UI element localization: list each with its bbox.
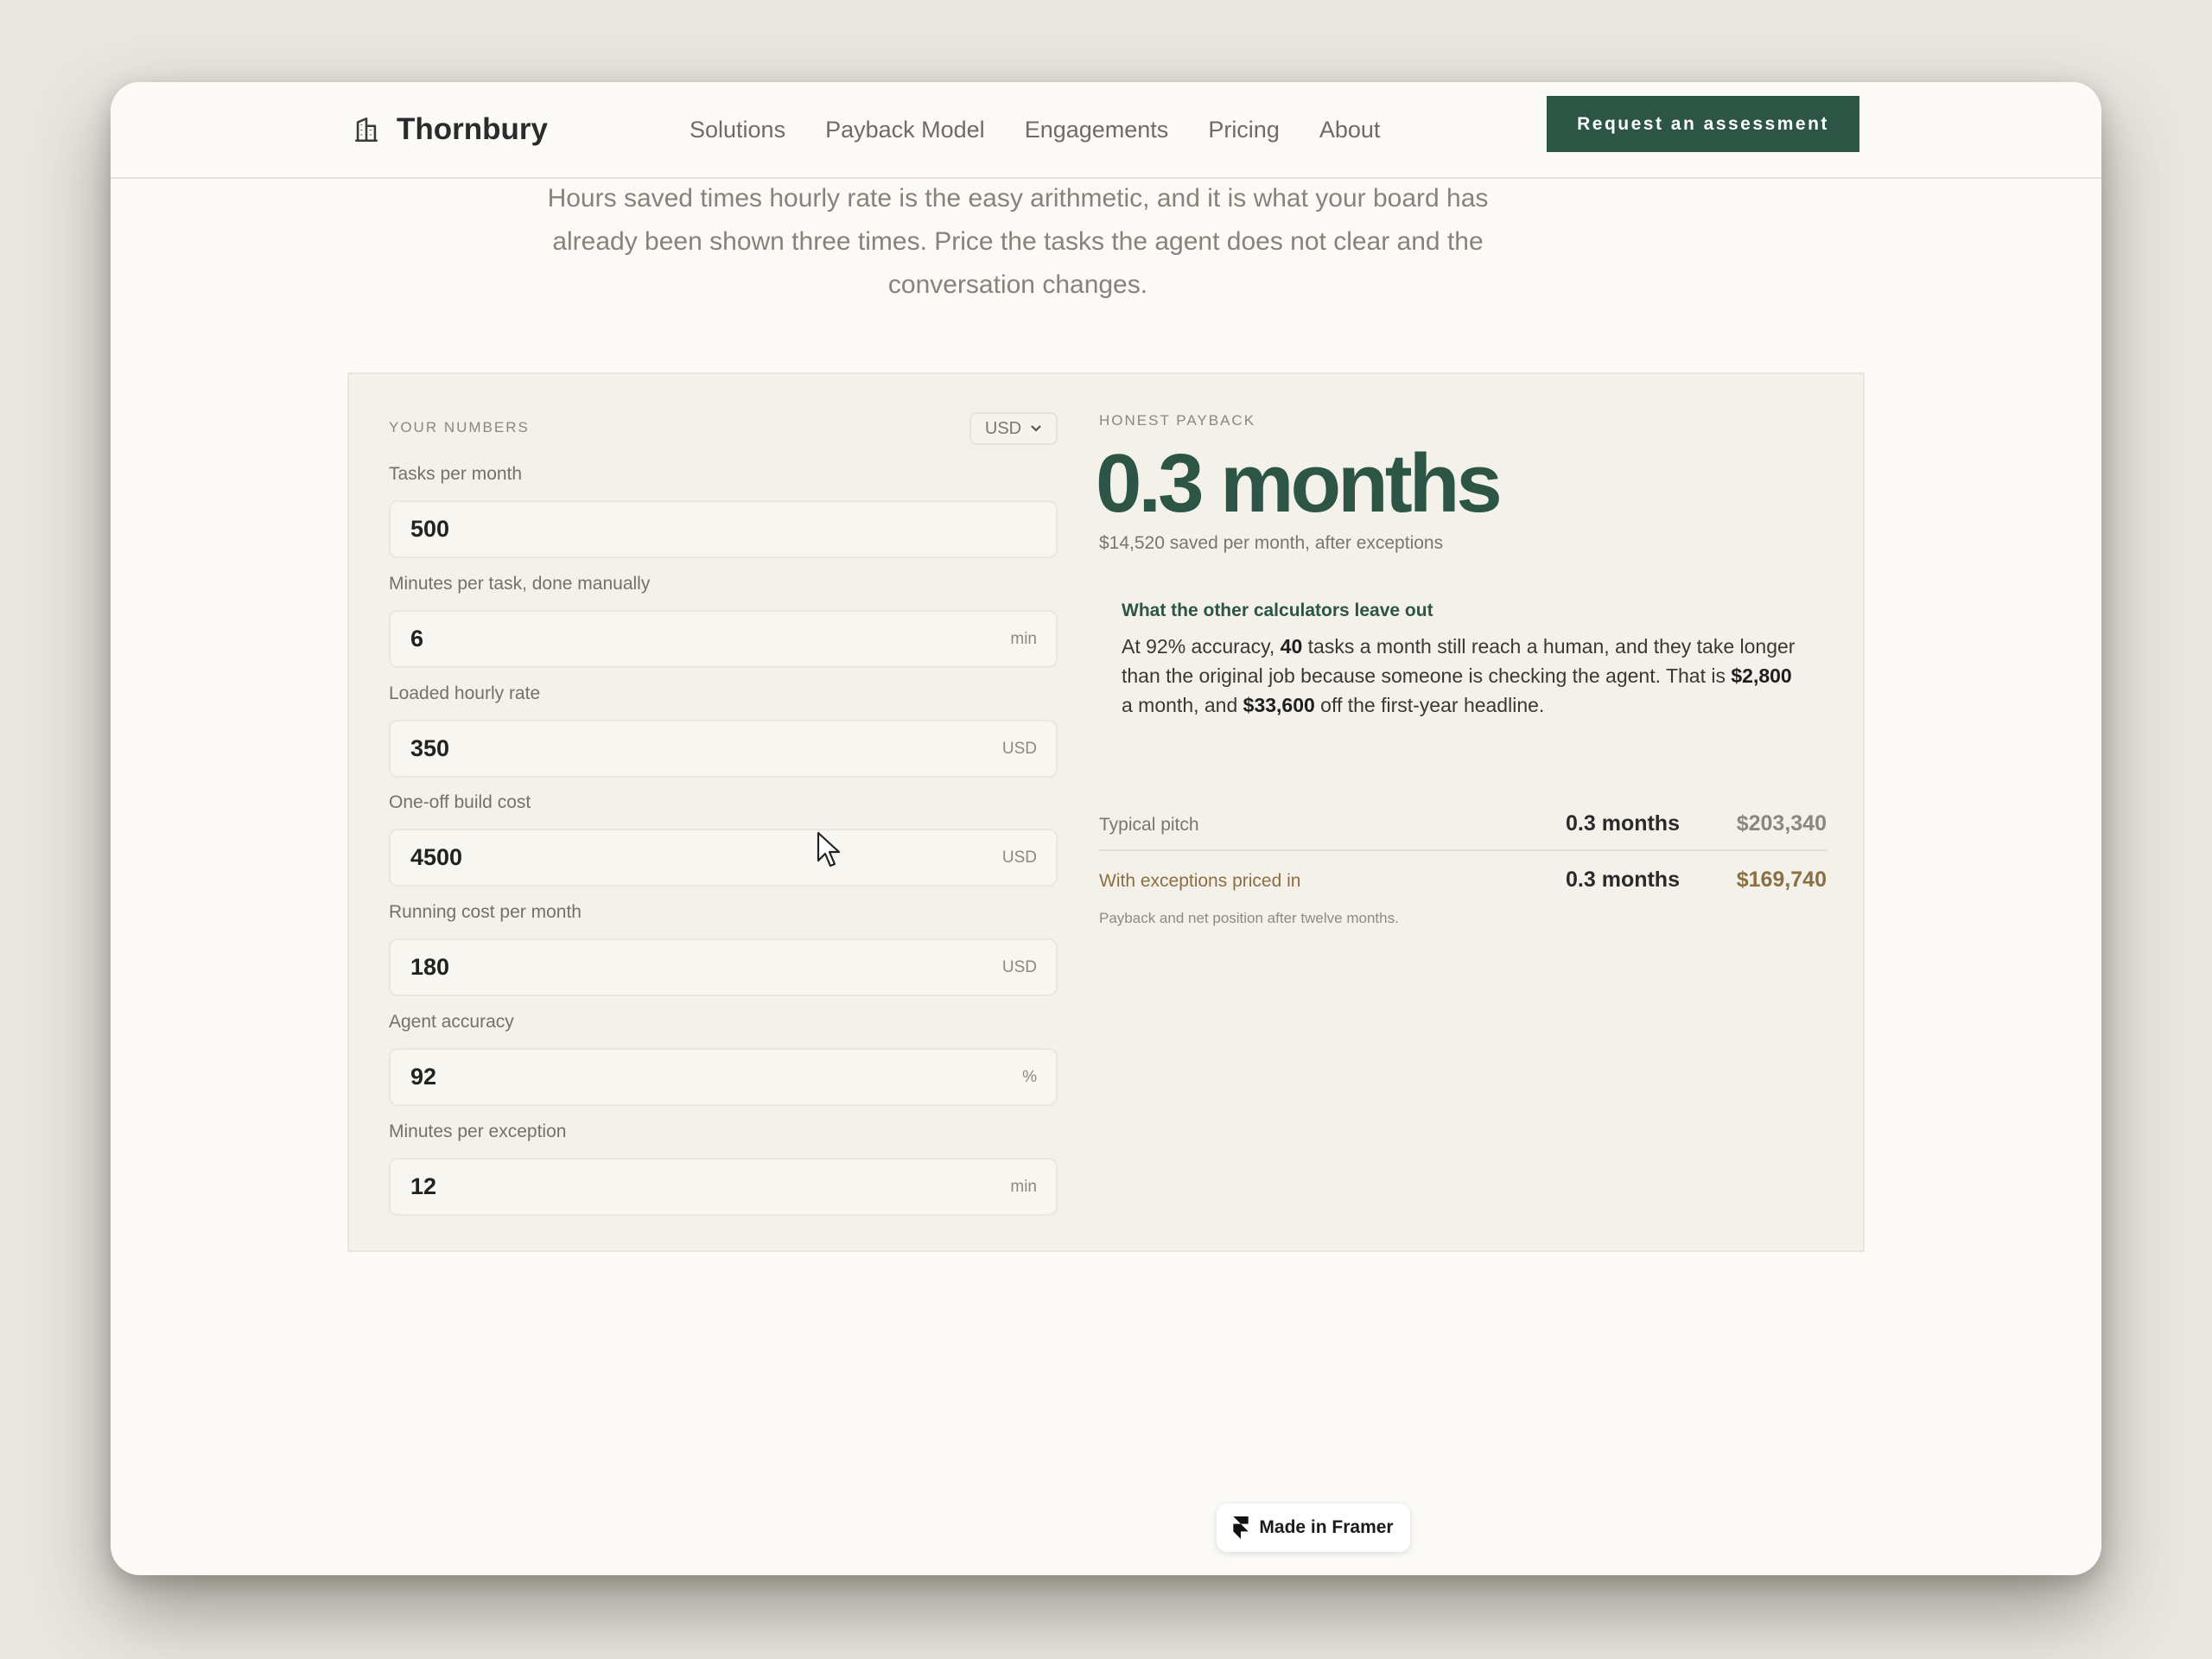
field-value: 12 xyxy=(410,1173,437,1199)
build-cost-input[interactable]: 4500 USD xyxy=(389,829,1058,887)
annual-exception-cost: $33,600 xyxy=(1243,694,1315,716)
request-assessment-button[interactable]: Request an assessment xyxy=(1547,96,1859,152)
monthly-exception-cost: $2,800 xyxy=(1731,664,1792,687)
field-label: Running cost per month xyxy=(389,902,582,922)
field-label: Minutes per task, done manually xyxy=(389,574,651,594)
tasks-per-month-input[interactable]: 500 xyxy=(389,500,1058,558)
row-amount: $203,340 xyxy=(1736,811,1827,836)
callout-text: off the first-year headline. xyxy=(1314,694,1545,716)
field-value: 4500 xyxy=(410,844,463,870)
divider xyxy=(1099,849,1827,851)
field-running-cost: Running cost per month 180 USD xyxy=(389,902,1058,996)
field-value: 350 xyxy=(410,735,450,761)
minutes-per-exception-input[interactable]: 12 min xyxy=(389,1158,1058,1216)
field-label: Tasks per month xyxy=(389,464,523,484)
top-nav: Thornbury Solutions Payback Model Engage… xyxy=(111,82,2101,179)
field-value: 6 xyxy=(410,626,424,652)
currency-value: USD xyxy=(984,418,1022,438)
agent-accuracy-input[interactable]: 92 % xyxy=(389,1048,1058,1106)
exceptions-callout: What the other calculators leave out At … xyxy=(1122,601,1796,720)
callout-body: At 92% accuracy, 40 tasks a month still … xyxy=(1122,632,1796,720)
nav-links: Solutions Payback Model Engagements Pric… xyxy=(690,108,1380,151)
row-label: With exceptions priced in xyxy=(1099,871,1301,891)
comparison-row-exceptions: With exceptions priced in 0.3 months $16… xyxy=(1099,864,1827,899)
mouse-cursor-icon xyxy=(817,831,841,868)
brand-logo[interactable]: Thornbury xyxy=(352,106,548,153)
chevron-down-icon xyxy=(1031,425,1041,432)
exception-count: 40 xyxy=(1280,635,1303,658)
row-months: 0.3 months xyxy=(1566,868,1680,892)
nav-link-solutions[interactable]: Solutions xyxy=(690,108,785,151)
field-value: 500 xyxy=(410,516,450,542)
callout-text: At 92% accuracy, xyxy=(1122,635,1281,658)
minutes-per-task-input[interactable]: 6 min xyxy=(389,610,1058,668)
nav-link-payback-model[interactable]: Payback Model xyxy=(825,108,985,151)
field-value: 180 xyxy=(410,954,450,980)
framer-logo-icon xyxy=(1233,1516,1249,1539)
field-minutes-per-task: Minutes per task, done manually 6 min xyxy=(389,574,1058,668)
honest-payback-label: HONEST PAYBACK xyxy=(1099,412,1256,429)
field-unit: USD xyxy=(1001,848,1037,867)
callout-title: What the other calculators leave out xyxy=(1122,601,1433,620)
loaded-hourly-rate-input[interactable]: 350 USD xyxy=(389,720,1058,778)
field-tasks-per-month: Tasks per month 500 xyxy=(389,464,1058,558)
field-value: 92 xyxy=(410,1064,437,1090)
row-label: Typical pitch xyxy=(1099,815,1199,835)
framer-badge-text: Made in Framer xyxy=(1259,1517,1394,1537)
field-label: Agent accuracy xyxy=(389,1012,514,1032)
nav-link-engagements[interactable]: Engagements xyxy=(1025,108,1169,151)
field-unit: USD xyxy=(1001,957,1037,976)
payback-headline: 0.3 months xyxy=(1096,437,1503,530)
made-in-framer-badge[interactable]: Made in Framer xyxy=(1217,1503,1410,1552)
nav-link-pricing[interactable]: Pricing xyxy=(1208,108,1280,151)
field-minutes-per-exception: Minutes per exception 12 min xyxy=(389,1122,1058,1216)
field-agent-accuracy: Agent accuracy 92 % xyxy=(389,1012,1058,1106)
comparison-row-typical: Typical pitch 0.3 months $203,340 xyxy=(1099,808,1827,842)
intro-text: Hours saved times hourly rate is the eas… xyxy=(547,184,1489,299)
field-label: Minutes per exception xyxy=(389,1122,567,1141)
field-label: One-off build cost xyxy=(389,792,531,812)
calculator-panel: YOUR NUMBERS USD Tasks per month 500 Min… xyxy=(347,372,1865,1252)
nav-link-about[interactable]: About xyxy=(1319,108,1381,151)
field-label: Loaded hourly rate xyxy=(389,683,541,703)
field-unit: min xyxy=(1010,629,1037,648)
currency-select[interactable]: USD xyxy=(969,412,1058,445)
saved-per-month: $14,520 saved per month, after exception… xyxy=(1099,533,1444,553)
row-months: 0.3 months xyxy=(1566,811,1680,836)
your-numbers-label: YOUR NUMBERS xyxy=(389,419,530,435)
row-amount: $169,740 xyxy=(1736,868,1827,892)
field-unit: min xyxy=(1010,1177,1037,1196)
browser-window: Thornbury Solutions Payback Model Engage… xyxy=(111,82,2101,1575)
building-icon xyxy=(355,117,378,143)
field-unit: USD xyxy=(1001,739,1037,758)
field-loaded-hourly-rate: Loaded hourly rate 350 USD xyxy=(389,683,1058,778)
field-unit: % xyxy=(1022,1067,1037,1086)
brand-name: Thornbury xyxy=(397,112,548,146)
field-build-cost: One-off build cost 4500 USD xyxy=(389,792,1058,887)
footnote: Payback and net position after twelve mo… xyxy=(1099,910,1399,926)
callout-text: a month, and xyxy=(1122,694,1243,716)
running-cost-input[interactable]: 180 USD xyxy=(389,938,1058,996)
